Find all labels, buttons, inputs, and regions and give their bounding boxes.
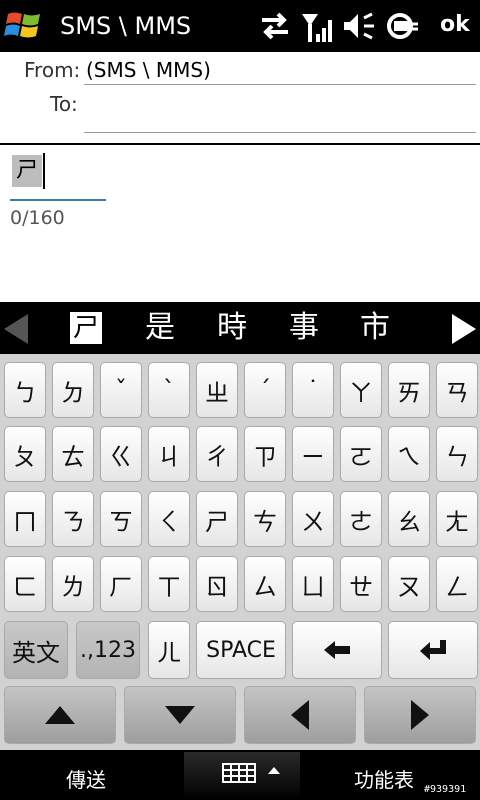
key-zhuyin[interactable]: ㄤ xyxy=(436,491,478,547)
key-zhuyin[interactable]: ㄒ xyxy=(148,556,190,612)
arrow-up-key[interactable] xyxy=(4,686,116,744)
composing-character: ㄕ xyxy=(12,155,42,187)
key-zhuyin[interactable]: ㄢ xyxy=(436,362,478,418)
composition-underline xyxy=(10,199,106,201)
arrow-right-key[interactable] xyxy=(364,686,476,744)
key-zhuyin[interactable]: ㄈ xyxy=(4,556,46,612)
key-zhuyin[interactable]: ㄠ xyxy=(388,491,430,547)
key-zhuyin[interactable]: ㄨ xyxy=(292,491,334,547)
windows-start-icon[interactable] xyxy=(4,8,44,44)
status-icons-group xyxy=(262,12,418,42)
key-zhuyin[interactable]: ㄔ xyxy=(196,426,238,482)
key-zhuyin[interactable]: ˊ xyxy=(244,362,286,418)
ok-button[interactable]: ok xyxy=(440,12,470,37)
key-zhuyin[interactable]: ㄡ xyxy=(388,556,430,612)
space-key[interactable]: SPACE xyxy=(196,621,286,679)
candidate-item[interactable]: ㄕ xyxy=(70,312,102,344)
key-zhuyin[interactable]: ㄐ xyxy=(148,426,190,482)
enter-return-icon xyxy=(420,640,446,660)
key-zhuyin[interactable]: ㄊ xyxy=(52,426,94,482)
key-zhuyin[interactable]: ㄓ xyxy=(196,362,238,418)
candidate-item[interactable]: 是 xyxy=(140,308,180,348)
candidate-prev-icon[interactable] xyxy=(4,314,28,344)
english-mode-key[interactable]: 英文 xyxy=(4,621,68,679)
message-body[interactable]: ㄕ 0/160 xyxy=(0,145,480,302)
menu-softkey[interactable]: 功能表 xyxy=(354,764,414,793)
candidate-item[interactable]: 時 xyxy=(212,308,252,348)
watermark: #939391 xyxy=(424,784,467,795)
from-field[interactable]: (SMS \ MMS) xyxy=(86,58,211,82)
key-zhuyin[interactable]: ㄜ xyxy=(340,491,382,547)
arrow-down-icon xyxy=(165,706,195,724)
from-label: From: xyxy=(24,58,81,82)
key-zhuyin[interactable]: ㄖ xyxy=(196,556,238,612)
key-zhuyin[interactable]: ㄛ xyxy=(340,426,382,482)
key-zhuyin[interactable]: ㄧ xyxy=(292,426,334,482)
backspace-key[interactable] xyxy=(292,621,382,679)
arrow-left-key[interactable] xyxy=(244,686,356,744)
enter-key[interactable] xyxy=(388,621,478,679)
key-zhuyin[interactable]: ㄌ xyxy=(52,556,94,612)
input-panel-toggle[interactable] xyxy=(184,752,300,800)
candidate-next-icon[interactable] xyxy=(452,314,476,344)
key-zhuyin[interactable]: ㄍ xyxy=(100,426,142,482)
app-title: SMS \ MMS xyxy=(60,12,192,40)
from-underline xyxy=(84,84,476,85)
speaker-mute-icon xyxy=(344,12,374,40)
key-zhuyin[interactable]: ㄇ xyxy=(4,491,46,547)
key-zhuyin[interactable]: ㄥ xyxy=(436,556,478,612)
key-zhuyin[interactable]: ㄝ xyxy=(340,556,382,612)
key-zhuyin[interactable]: ㄣ xyxy=(436,426,478,482)
backspace-arrow-icon xyxy=(324,641,350,659)
to-field[interactable] xyxy=(84,132,476,133)
key-zhuyin[interactable]: ㄎ xyxy=(100,491,142,547)
candidate-item[interactable]: 事 xyxy=(284,308,324,348)
key-zhuyin[interactable]: ㄘ xyxy=(244,491,286,547)
arrow-up-icon xyxy=(45,706,75,724)
key-zhuyin[interactable]: ˇ xyxy=(100,362,142,418)
numbers-mode-label: .,123 xyxy=(80,637,136,663)
key-zhuyin[interactable]: ㄩ xyxy=(292,556,334,612)
key-zhuyin[interactable]: ㄅ xyxy=(4,362,46,418)
key-zhuyin[interactable]: ㄦ xyxy=(148,621,190,679)
key-zhuyin[interactable]: ㄗ xyxy=(244,426,286,482)
key-zhuyin[interactable]: ㄕ xyxy=(196,491,238,547)
message-header: From: (SMS \ MMS) To: xyxy=(0,52,480,144)
title-bar: SMS \ MMS ok xyxy=(0,0,480,52)
key-zhuyin[interactable]: ㄑ xyxy=(148,491,190,547)
key-zhuyin[interactable]: ㄋ xyxy=(52,491,94,547)
numbers-mode-key[interactable]: .,123 xyxy=(76,621,140,679)
sync-arrows-icon xyxy=(262,12,288,40)
key-zhuyin[interactable]: ˋ xyxy=(148,362,190,418)
battery-charging-icon xyxy=(387,13,418,39)
send-softkey[interactable]: 傳送 xyxy=(66,764,106,793)
candidate-bar: ㄕ 是 時 事 市 xyxy=(0,302,480,354)
zhuyin-keyboard: ㄅ ㄉ ˇ ˋ ㄓ ˊ ˙ ㄚ ㄞ ㄢ ㄆ ㄊ ㄍ ㄐ ㄔ ㄗ ㄧ ㄛ ㄟ ㄣ … xyxy=(0,354,480,750)
signal-strength-icon xyxy=(302,14,332,42)
key-zhuyin[interactable]: ㄚ xyxy=(340,362,382,418)
arrow-right-icon xyxy=(411,700,429,730)
key-zhuyin[interactable]: ㄙ xyxy=(244,556,286,612)
softkey-bar: 傳送 功能表 xyxy=(0,750,480,800)
to-label: To: xyxy=(50,92,78,116)
key-zhuyin[interactable]: ㄆ xyxy=(4,426,46,482)
arrow-left-icon xyxy=(291,700,309,730)
key-zhuyin[interactable]: ㄏ xyxy=(100,556,142,612)
character-counter: 0/160 xyxy=(10,207,65,229)
keyboard-input-icon xyxy=(222,763,280,783)
key-zhuyin[interactable]: ˙ xyxy=(292,362,334,418)
text-caret xyxy=(43,153,45,189)
candidate-item[interactable]: 市 xyxy=(355,308,395,348)
key-zhuyin[interactable]: ㄟ xyxy=(388,426,430,482)
key-zhuyin[interactable]: ㄞ xyxy=(388,362,430,418)
space-key-label: SPACE xyxy=(206,637,276,663)
key-zhuyin[interactable]: ㄉ xyxy=(52,362,94,418)
arrow-down-key[interactable] xyxy=(124,686,236,744)
